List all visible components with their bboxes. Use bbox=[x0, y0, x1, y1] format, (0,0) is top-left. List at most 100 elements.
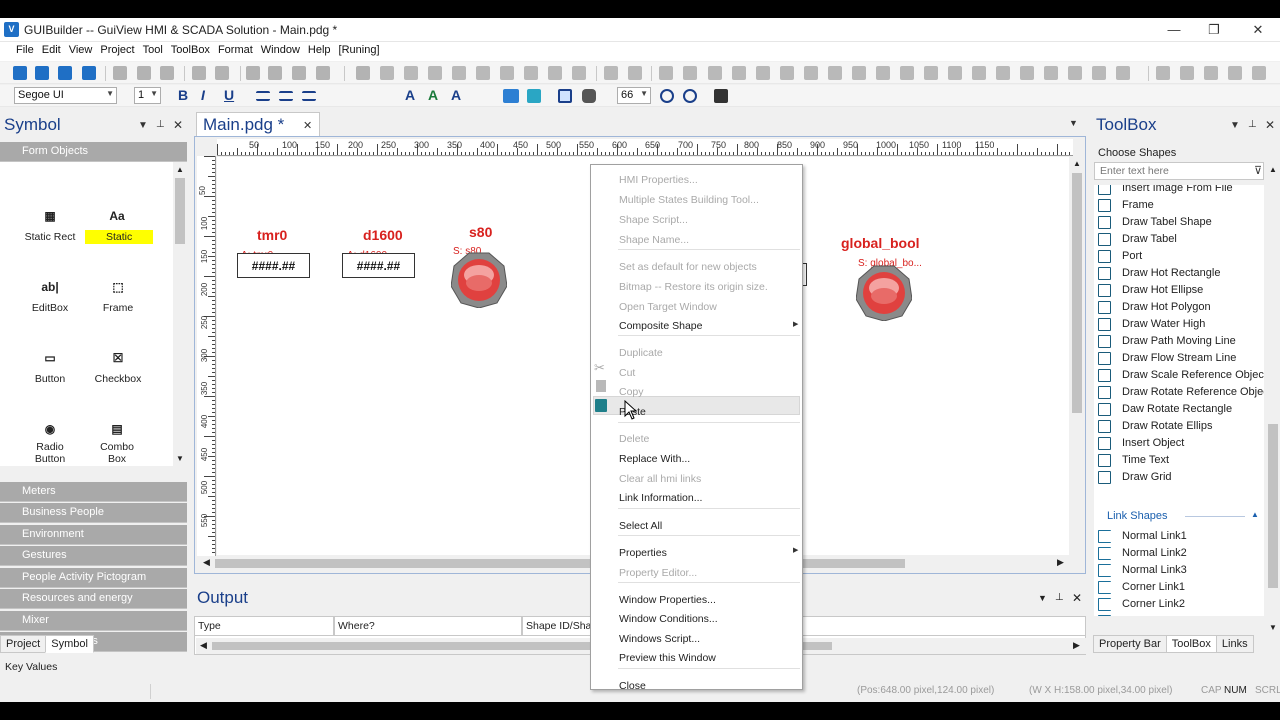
toolbar-tool-icon[interactable] bbox=[996, 66, 1010, 80]
toolbox-item[interactable]: Draw Tabel Shape bbox=[1098, 214, 1264, 231]
value-display-tmr0[interactable]: ####.## bbox=[237, 253, 310, 278]
link-shape-item[interactable]: Normal Link3 bbox=[1098, 562, 1264, 579]
menu-item-window-conditions[interactable]: Window Conditions... bbox=[619, 613, 718, 625]
group-environment[interactable]: Environment bbox=[0, 525, 187, 545]
toolbar-tool-icon[interactable] bbox=[659, 66, 673, 80]
scroll-thumb[interactable] bbox=[175, 178, 185, 244]
toolbox-item[interactable]: Port bbox=[1098, 248, 1264, 265]
toolbox-scroll-up-icon[interactable]: ▲ bbox=[1269, 165, 1277, 174]
toolbar-tool-icon[interactable] bbox=[828, 66, 842, 80]
doc-list-icon[interactable]: ▼ bbox=[1069, 118, 1078, 128]
editor-scroll-right-icon[interactable]: ▶ bbox=[1057, 557, 1064, 568]
align-right-icon[interactable] bbox=[302, 91, 316, 101]
toolbar-tool-icon[interactable] bbox=[1180, 66, 1194, 80]
toolbar-tool-icon[interactable] bbox=[852, 66, 866, 80]
toolbar-tool-icon[interactable] bbox=[160, 66, 174, 80]
toolbar-tool-icon[interactable] bbox=[1228, 66, 1242, 80]
select-mode-icon[interactable] bbox=[558, 89, 572, 103]
menu-toolbox[interactable]: ToolBox bbox=[167, 42, 214, 56]
link-shape-item[interactable]: Corner Link3 bbox=[1098, 613, 1264, 616]
toolbar-tool-icon[interactable] bbox=[524, 66, 538, 80]
group-people-activity[interactable]: People Activity Pictogram bbox=[0, 568, 187, 588]
fill-color-icon[interactable]: A bbox=[451, 87, 461, 103]
scroll-down-icon[interactable]: ▼ bbox=[176, 454, 184, 463]
symbol-static[interactable]: Aa Static bbox=[85, 208, 154, 244]
symbol-radio-button[interactable]: ◉ Radio Button bbox=[18, 421, 82, 465]
restore-button[interactable]: ❐ bbox=[1200, 20, 1228, 40]
toolbox-item[interactable]: Draw Hot Polygon bbox=[1098, 299, 1264, 316]
symbol-frame[interactable]: ⬚ Frame bbox=[86, 279, 150, 314]
tab-toolbox[interactable]: ToolBox bbox=[1165, 635, 1217, 653]
group-gestures[interactable]: Gestures bbox=[0, 546, 187, 566]
toolbar-tool-icon[interactable] bbox=[924, 66, 938, 80]
toolbar-tool-icon[interactable] bbox=[572, 66, 586, 80]
toolbox-item[interactable]: Draw Tabel bbox=[1098, 231, 1264, 248]
toolbar-tool-icon[interactable] bbox=[756, 66, 770, 80]
menu-view[interactable]: View bbox=[65, 42, 97, 56]
toolbar-tool-icon[interactable] bbox=[35, 66, 49, 80]
panel-menu-icon[interactable]: ▼ bbox=[138, 120, 148, 131]
image-icon[interactable] bbox=[527, 89, 541, 103]
symbol-checkbox[interactable]: ☒ Checkbox bbox=[86, 350, 150, 385]
shape-search-input[interactable]: Enter text here bbox=[1094, 162, 1264, 180]
indicator-light-global-bool[interactable] bbox=[856, 265, 912, 321]
filter-icon[interactable]: ⊽ bbox=[1254, 164, 1262, 177]
toolbar-tool-icon[interactable] bbox=[1204, 66, 1218, 80]
toolbar-tool-icon[interactable] bbox=[900, 66, 914, 80]
font-color-icon[interactable]: A bbox=[405, 87, 415, 103]
link-shape-item[interactable]: Corner Link2 bbox=[1098, 596, 1264, 613]
symbol-button[interactable]: ▭ Button bbox=[18, 350, 82, 385]
align-left-icon[interactable] bbox=[256, 91, 270, 101]
toolbar-tool-icon[interactable] bbox=[804, 66, 818, 80]
symbol-scrollbar[interactable]: ▲ ▼ bbox=[173, 162, 187, 466]
calculator-icon[interactable] bbox=[714, 89, 728, 103]
toolbar-tool-icon[interactable] bbox=[604, 66, 618, 80]
output-scroll-right-icon[interactable]: ▶ bbox=[1073, 640, 1080, 651]
toolbar-tool-icon[interactable] bbox=[192, 66, 206, 80]
menu-project[interactable]: Project bbox=[96, 42, 138, 56]
toolbar-tool-icon[interactable] bbox=[732, 66, 746, 80]
toolbar-tool-icon[interactable] bbox=[356, 66, 370, 80]
zoom-in-icon[interactable] bbox=[660, 89, 674, 103]
group-mixer[interactable]: Mixer bbox=[0, 611, 187, 631]
toolbar-tool-icon[interactable] bbox=[316, 66, 330, 80]
tab-property-bar[interactable]: Property Bar bbox=[1093, 635, 1167, 653]
toolbar-tool-icon[interactable] bbox=[876, 66, 890, 80]
toolbar-tool-icon[interactable] bbox=[82, 66, 96, 80]
tab-symbol[interactable]: Symbol bbox=[45, 635, 94, 653]
menu-edit[interactable]: Edit bbox=[38, 42, 65, 56]
collapse-icon[interactable]: ▲ bbox=[1251, 510, 1259, 519]
scroll-up-icon[interactable]: ▲ bbox=[176, 165, 184, 174]
toolbox-scroll-thumb[interactable] bbox=[1268, 424, 1278, 588]
close-tab-icon[interactable]: ✕ bbox=[303, 119, 312, 132]
symbol-editbox[interactable]: ab| EditBox bbox=[18, 279, 82, 314]
group-form-objects[interactable]: Form Objects bbox=[0, 142, 187, 162]
menu-item-link-information[interactable]: Link Information... bbox=[619, 492, 702, 504]
toolbox-item[interactable]: Draw Path Moving Line bbox=[1098, 333, 1264, 350]
menu-window[interactable]: Window bbox=[257, 42, 304, 56]
toolbar-tool-icon[interactable] bbox=[948, 66, 962, 80]
panel-close-icon[interactable]: ✕ bbox=[173, 118, 183, 132]
toolbar-tool-icon[interactable] bbox=[1116, 66, 1130, 80]
menu-item-close[interactable]: Close bbox=[619, 680, 646, 692]
link-shape-item[interactable]: Normal Link2 bbox=[1098, 545, 1264, 562]
output-scroll-left-icon[interactable]: ◀ bbox=[200, 640, 207, 651]
toolbar-tool-icon[interactable] bbox=[780, 66, 794, 80]
toolbar-tool-icon[interactable] bbox=[13, 66, 27, 80]
toolbox-item[interactable]: Draw Flow Stream Line bbox=[1098, 350, 1264, 367]
zoom-out-icon[interactable] bbox=[683, 89, 697, 103]
toolbar-tool-icon[interactable] bbox=[58, 66, 72, 80]
toolbar-tool-icon[interactable] bbox=[292, 66, 306, 80]
toolbar-tool-icon[interactable] bbox=[1044, 66, 1058, 80]
font-size-select[interactable]: 1 ▼ bbox=[134, 87, 161, 104]
highlight-color-icon[interactable]: A bbox=[428, 87, 438, 103]
menu-item-window-properties[interactable]: Window Properties... bbox=[619, 594, 716, 606]
toolbox-item[interactable]: Draw Scale Reference Object bbox=[1098, 367, 1264, 384]
col-where[interactable]: Where? bbox=[334, 616, 522, 636]
symbol-static-rect[interactable]: ▦ Static Rect bbox=[18, 208, 82, 243]
toolbar-tool-icon[interactable] bbox=[1020, 66, 1034, 80]
col-type[interactable]: Type bbox=[194, 616, 334, 636]
output-pin-icon[interactable]: ⊥ bbox=[1055, 592, 1064, 603]
toolbox-pin-icon[interactable]: ⊥ bbox=[1248, 119, 1257, 130]
toolbox-scrollbar[interactable]: ▲ ▼ bbox=[1266, 162, 1280, 632]
